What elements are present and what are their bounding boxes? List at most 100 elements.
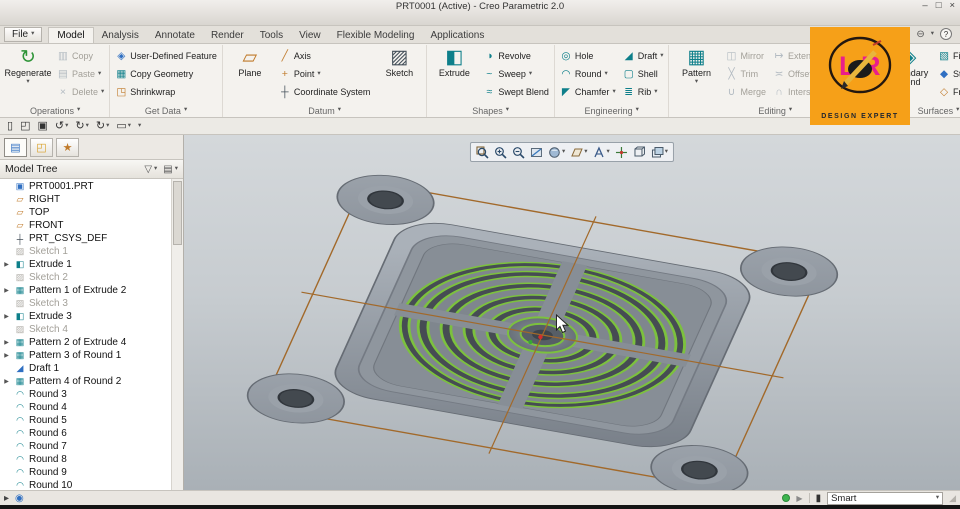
group-label-shapes[interactable]: Shapes ▾ (430, 104, 551, 117)
copy-button[interactable]: ▥ Copy (55, 47, 106, 65)
delete-button[interactable]: × Delete ▾ (55, 83, 106, 101)
favorites-tab[interactable]: ★ (56, 137, 79, 157)
save-button[interactable]: ▣ (35, 120, 49, 132)
tree-item-draft-1[interactable]: ◢ Draft 1 (0, 362, 171, 375)
tab-render[interactable]: Render (203, 28, 252, 43)
tree-scrollbar-thumb[interactable] (173, 181, 182, 245)
maximize-button[interactable]: □ (936, 0, 942, 11)
tab-flexible-modeling[interactable]: Flexible Modeling (329, 28, 423, 43)
point-button[interactable]: + Point ▾ (277, 65, 373, 83)
tree-item-round-9[interactable]: ◠ Round 9 (0, 466, 171, 479)
tab-model[interactable]: Model (48, 27, 94, 43)
tree-item-front[interactable]: ▱ FRONT (0, 219, 171, 232)
regenerate-button[interactable]: ↻ Regenerate ▾ (4, 45, 52, 104)
tree-item-round-8[interactable]: ◠ Round 8 (0, 453, 171, 466)
trim-button[interactable]: ╳ Trim (723, 65, 768, 83)
group-label-datum[interactable]: Datum ▾ (226, 104, 424, 117)
expander-icon[interactable]: ▶ (2, 261, 11, 268)
annotation-display-button[interactable]: ▾ (591, 144, 612, 160)
extrude-button[interactable]: ◧ Extrude (430, 45, 478, 104)
expander-icon[interactable]: ▶ (2, 378, 11, 385)
tree-item-round-4[interactable]: ◠ Round 4 (0, 401, 171, 414)
ribbon-minimize-icon[interactable]: ⊖ (916, 29, 924, 40)
graphics-viewport[interactable]: ▾ ▾ ▾ ▾ (184, 135, 960, 490)
rib-button[interactable]: ≣ Rib ▾ (621, 83, 666, 101)
tree-item-round-3[interactable]: ◠ Round 3 (0, 388, 171, 401)
refit-button[interactable] (474, 144, 491, 160)
tree-item-pattern-4[interactable]: ▶ ▦ Pattern 4 of Round 2 (0, 375, 171, 388)
round-button[interactable]: ◠ Round ▾ (558, 65, 618, 83)
tab-tools[interactable]: Tools (252, 28, 291, 43)
style-button[interactable]: ◆ Style (936, 65, 960, 83)
coordinate-system-button[interactable]: ┼ Coordinate System (277, 83, 373, 101)
ribbon-options-dropdown-icon[interactable]: ▾ (931, 30, 934, 38)
close-button[interactable]: × (949, 0, 955, 11)
sketch-button[interactable]: ▨ Sketch (375, 45, 423, 104)
new-file-button[interactable]: ▯ (5, 120, 15, 132)
tree-filter-button[interactable]: ▽ ▾ (144, 164, 157, 175)
merge-button[interactable]: ∪ Merge (723, 83, 768, 101)
redo-button[interactable]: ↻ ▾ (73, 120, 90, 132)
3d-model-scene[interactable] (184, 135, 960, 490)
perspective-button[interactable] (631, 144, 648, 160)
spin-center-button[interactable] (613, 144, 630, 160)
selection-buffer-icon[interactable]: ▮ (816, 493, 822, 504)
draft-button[interactable]: ◢ Draft ▾ (621, 47, 666, 65)
tree-item-sketch-3[interactable]: ▨ Sketch 3 (0, 297, 171, 310)
window-resize-grip[interactable]: ◢ (949, 493, 956, 504)
tree-item-top[interactable]: ▱ TOP (0, 206, 171, 219)
tab-analysis[interactable]: Analysis (94, 28, 147, 43)
minimize-button[interactable]: – (922, 0, 927, 11)
tree-item-round-6[interactable]: ◠ Round 6 (0, 427, 171, 440)
tree-item-right[interactable]: ▱ RIGHT (0, 193, 171, 206)
view-manager-button[interactable]: ▾ (649, 144, 670, 160)
fan-cover-part[interactable] (238, 168, 846, 490)
group-label-operations[interactable]: Operations ▾ (4, 104, 106, 117)
group-label-get-data[interactable]: Get Data ▾ (113, 104, 219, 117)
open-file-button[interactable]: ◰ (18, 120, 32, 132)
selection-filter-dropdown[interactable]: Smart ▾ (827, 491, 944, 505)
zoom-in-button[interactable] (492, 144, 509, 160)
resume-icon[interactable]: ▶ (796, 494, 802, 503)
shrinkwrap-button[interactable]: ◳ Shrinkwrap (113, 83, 219, 101)
plane-button[interactable]: ▱ Plane (226, 45, 274, 104)
expander-icon[interactable]: ▶ (2, 339, 11, 346)
tree-item-prt0001[interactable]: ▣ PRT0001.PRT (0, 180, 171, 193)
tree-columns-button[interactable]: ▤ ▾ (163, 164, 178, 175)
tab-annotate[interactable]: Annotate (147, 28, 203, 43)
tree-item-round-10[interactable]: ◠ Round 10 (0, 479, 171, 490)
tree-item-round-5[interactable]: ◠ Round 5 (0, 414, 171, 427)
tree-item-round-7[interactable]: ◠ Round 7 (0, 440, 171, 453)
tab-view[interactable]: View (291, 28, 329, 43)
paste-button[interactable]: ▤ Paste ▾ (55, 65, 106, 83)
tree-item-csys[interactable]: ┼ PRT_CSYS_DEF (0, 232, 171, 245)
swept-blend-button[interactable]: ≈ Swept Blend (481, 83, 551, 101)
expander-icon[interactable]: ▶ (2, 287, 11, 294)
customize-qat-button[interactable]: ▾ (136, 122, 143, 130)
zoom-out-button[interactable] (510, 144, 527, 160)
web-browser-toggle-icon[interactable]: ◉ (15, 493, 24, 504)
tree-scrollbar[interactable] (171, 179, 183, 490)
hole-button[interactable]: ◎ Hole (558, 47, 618, 65)
expander-icon[interactable]: ▶ (2, 352, 11, 359)
chamfer-button[interactable]: ◤ Chamfer ▾ (558, 83, 618, 101)
group-label-engineering[interactable]: Engineering ▾ (558, 104, 666, 117)
fill-button[interactable]: ▧ Fill (936, 47, 960, 65)
tab-applications[interactable]: Applications (422, 28, 492, 43)
tree-item-sketch-4[interactable]: ▨ Sketch 4 (0, 323, 171, 336)
sweep-button[interactable]: ~ Sweep ▾ (481, 65, 551, 83)
copy-geometry-button[interactable]: ▦ Copy Geometry (113, 65, 219, 83)
axis-button[interactable]: ╱ Axis (277, 47, 373, 65)
datum-display-button[interactable]: ▾ (568, 144, 589, 160)
regenerate-quick-button[interactable]: ↻ ▾ (94, 120, 111, 132)
freestyle-button[interactable]: ◇ Freestyle (936, 83, 960, 101)
pattern-button[interactable]: ▦ Pattern ▾ (672, 45, 720, 104)
tree-item-sketch-1[interactable]: ▨ Sketch 1 (0, 245, 171, 258)
tree-item-extrude-3[interactable]: ▶ ◧ Extrude 3 (0, 310, 171, 323)
folder-browser-tab[interactable]: ◰ (30, 137, 53, 157)
undo-button[interactable]: ↺ ▾ (53, 120, 70, 132)
user-defined-feature-button[interactable]: ◈ User-Defined Feature (113, 47, 219, 65)
tree-item-sketch-2[interactable]: ▨ Sketch 2 (0, 271, 171, 284)
tree-item-pattern-1[interactable]: ▶ ▦ Pattern 1 of Extrude 2 (0, 284, 171, 297)
display-style-button[interactable]: ▾ (546, 144, 567, 160)
